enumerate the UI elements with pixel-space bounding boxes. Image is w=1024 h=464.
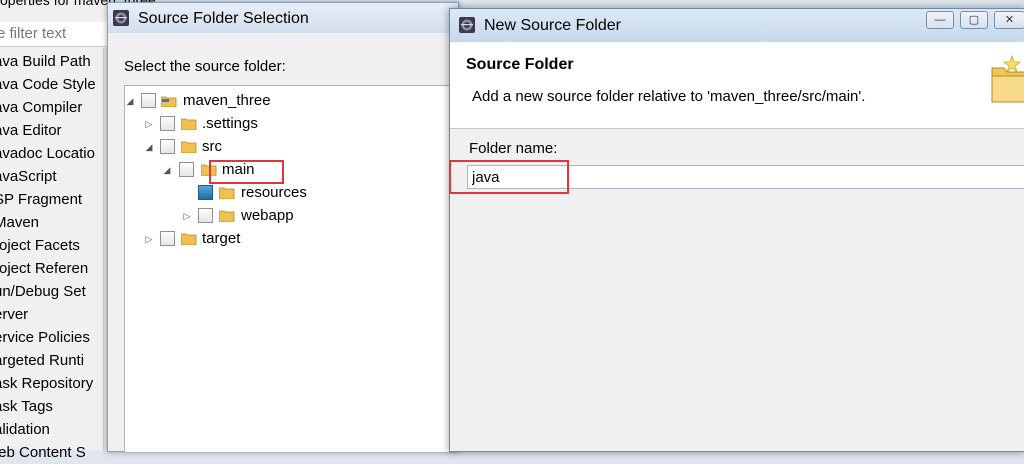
tree-checkbox[interactable] bbox=[160, 139, 175, 154]
new-folder-banner-icon bbox=[991, 54, 1024, 103]
property-page-web-content-settings[interactable]: /eb Content S bbox=[0, 441, 108, 464]
source-folder-selection-dialog: Source Folder Selection Select the sourc… bbox=[107, 2, 459, 453]
minimize-button[interactable]: — bbox=[926, 11, 954, 29]
folder-tree[interactable]: ◢ maven_three ▷ .settings ◢ src ◢ main r… bbox=[124, 85, 456, 453]
tree-checkbox[interactable] bbox=[160, 231, 175, 246]
tree-checkbox[interactable] bbox=[198, 208, 213, 223]
expanded-arrow-icon[interactable]: ◢ bbox=[125, 90, 135, 112]
dialog-title: New Source Folder bbox=[484, 17, 621, 34]
tree-node-label: target bbox=[202, 230, 241, 247]
folder-icon bbox=[219, 210, 235, 222]
folder-icon bbox=[219, 187, 235, 199]
eclipse-icon bbox=[459, 17, 475, 33]
property-page-server[interactable]: erver bbox=[0, 303, 108, 326]
property-page-validation[interactable]: alidation bbox=[0, 418, 108, 441]
dialog-titlebar[interactable]: Source Folder Selection bbox=[108, 3, 458, 33]
close-button[interactable]: ✕ bbox=[994, 11, 1024, 29]
tree-node-webapp[interactable]: ▷ webapp bbox=[125, 205, 445, 227]
tree-node-label: src bbox=[202, 138, 222, 155]
tree-node-src[interactable]: ◢ src bbox=[125, 136, 445, 158]
property-page-jsp-fragment[interactable]: SP Fragment bbox=[0, 188, 108, 211]
dialog-titlebar[interactable]: New Source Folder — ▢ ✕ bbox=[450, 9, 1024, 42]
property-page-java-editor[interactable]: ava Editor bbox=[0, 119, 108, 142]
property-page-project-facets[interactable]: roject Facets bbox=[0, 234, 108, 257]
properties-window: operties for maven_three e filter text a… bbox=[0, 0, 156, 461]
eclipse-icon bbox=[113, 10, 129, 26]
wizard-heading: Source Folder bbox=[466, 56, 574, 73]
property-page-java-build-path[interactable]: ava Build Path bbox=[0, 50, 108, 73]
folder-icon bbox=[181, 233, 197, 245]
source-folder-marker-icon[interactable] bbox=[198, 185, 213, 200]
property-page-targeted-runtimes[interactable]: argeted Runti bbox=[0, 349, 108, 372]
tree-node-label: .settings bbox=[202, 115, 258, 132]
property-page-task-repository[interactable]: ask Repository bbox=[0, 372, 108, 395]
tree-node-maven-three[interactable]: ◢ maven_three bbox=[125, 90, 445, 112]
main-highlight-box bbox=[209, 160, 284, 184]
tree-node-label: resources bbox=[241, 184, 307, 201]
tree-node-target[interactable]: ▷ target bbox=[125, 228, 445, 250]
new-source-folder-dialog: New Source Folder — ▢ ✕ Source Folder Ad… bbox=[449, 8, 1024, 452]
expanded-arrow-icon[interactable]: ◢ bbox=[144, 136, 154, 158]
maximize-button[interactable]: ▢ bbox=[960, 11, 988, 29]
property-page-javadoc-location[interactable]: avadoc Locatio bbox=[0, 142, 108, 165]
property-page-javascript[interactable]: avaScript bbox=[0, 165, 108, 188]
folder-icon bbox=[181, 141, 197, 153]
selection-prompt: Select the source folder: bbox=[124, 58, 286, 75]
collapsed-arrow-icon[interactable]: ▷ bbox=[144, 228, 154, 250]
property-page-run-debug-settings[interactable]: un/Debug Set bbox=[0, 280, 108, 303]
project-folder-icon bbox=[161, 96, 177, 107]
tree-checkbox[interactable] bbox=[179, 162, 194, 177]
property-page-project-references[interactable]: roject Referen bbox=[0, 257, 108, 280]
tree-node-label: maven_three bbox=[183, 92, 271, 109]
collapsed-arrow-icon[interactable]: ▷ bbox=[144, 113, 154, 135]
tree-node-settings[interactable]: ▷ .settings bbox=[125, 113, 445, 135]
property-page-task-tags[interactable]: ask Tags bbox=[0, 395, 108, 418]
folder-name-label: Folder name: bbox=[469, 140, 558, 157]
tree-checkbox[interactable] bbox=[160, 116, 175, 131]
property-page-service-policies[interactable]: ervice Policies bbox=[0, 326, 108, 349]
wizard-banner: Source Folder Add a new source folder re… bbox=[450, 42, 1024, 129]
tree-checkbox[interactable] bbox=[141, 93, 156, 108]
property-page-maven[interactable]: Maven bbox=[0, 211, 108, 234]
property-page-list: ava Build Path ava Code Style ava Compil… bbox=[0, 50, 108, 464]
collapsed-arrow-icon[interactable]: ▷ bbox=[182, 205, 192, 227]
folder-name-highlight-box bbox=[449, 160, 569, 194]
folder-icon bbox=[181, 118, 197, 130]
wizard-description: Add a new source folder relative to 'mav… bbox=[472, 88, 866, 105]
expanded-arrow-icon[interactable]: ◢ bbox=[162, 159, 172, 181]
tree-node-resources[interactable]: resources bbox=[125, 182, 445, 204]
tree-node-label: webapp bbox=[241, 207, 294, 224]
tree-node-main[interactable]: ◢ main bbox=[125, 159, 445, 181]
dialog-title: Source Folder Selection bbox=[138, 10, 309, 27]
property-page-java-compiler[interactable]: ava Compiler bbox=[0, 96, 108, 119]
property-page-java-code-style[interactable]: ava Code Style bbox=[0, 73, 108, 96]
filter-input[interactable]: e filter text bbox=[0, 22, 108, 47]
